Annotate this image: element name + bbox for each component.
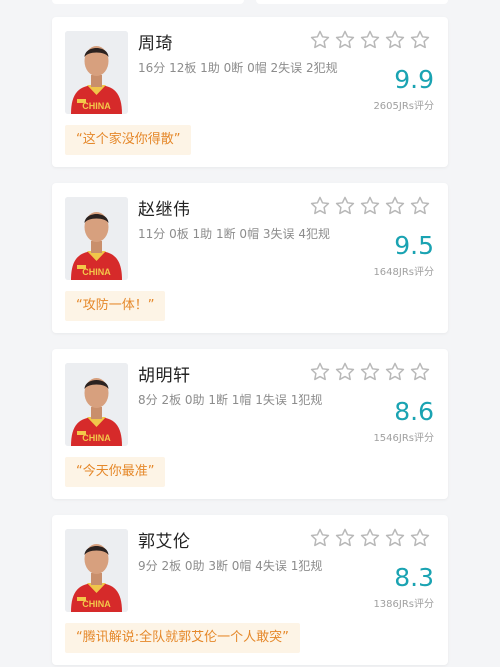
rater-count: 1386JRs评分: [373, 599, 434, 610]
rating-star-icon[interactable]: [409, 29, 431, 51]
player-stats: 11分 0板 1助 1断 0帽 3失误 4犯规: [138, 227, 330, 241]
player-stats: 16分 12板 1助 0断 0帽 2失误 2犯规: [138, 61, 338, 75]
player-name: 胡明轩: [138, 366, 191, 386]
jersey-text: CHINA: [82, 101, 111, 111]
rating-star-icon[interactable]: [384, 29, 406, 51]
rating-star-icon[interactable]: [309, 29, 331, 51]
player-score: 8.3: [394, 563, 434, 592]
player-score: 9.9: [394, 65, 434, 94]
rating-star-icon[interactable]: [359, 361, 381, 383]
rating-stars[interactable]: [309, 29, 431, 51]
player-rating-list: CHINA 周琦 16分 12板 1助 0断 0帽 2失误 2犯规 9.9 2605JR…: [0, 0, 500, 667]
rating-star-icon[interactable]: [359, 29, 381, 51]
rating-star-icon[interactable]: [409, 195, 431, 217]
rater-count: 2605JRs评分: [373, 101, 434, 112]
player-avatar: CHINA: [65, 529, 128, 612]
rating-star-icon[interactable]: [384, 361, 406, 383]
rating-star-icon[interactable]: [409, 361, 431, 383]
top-comment[interactable]: “这个家没你得散”: [65, 125, 192, 155]
top-comment[interactable]: “今天你最准”: [65, 457, 166, 487]
rating-stars[interactable]: [309, 527, 431, 549]
player-card[interactable]: CHINA 赵继伟 11分 0板 1助 1断 0帽 3失误 4犯规 9.5 1648JR…: [52, 183, 448, 333]
jersey-text: CHINA: [82, 433, 111, 443]
jersey-text: CHINA: [82, 599, 111, 609]
player-card[interactable]: CHINA 胡明轩 8分 2板 0助 1断 1帽 1失误 1犯规 8.6 1546JRs…: [52, 349, 448, 499]
rating-star-icon[interactable]: [359, 527, 381, 549]
rating-star-icon[interactable]: [309, 361, 331, 383]
rating-star-icon[interactable]: [334, 29, 356, 51]
player-score: 8.6: [394, 397, 434, 426]
previous-card-stub-right: [256, 0, 448, 4]
player-card[interactable]: CHINA 周琦 16分 12板 1助 0断 0帽 2失误 2犯规 9.9 2605JR…: [52, 17, 448, 167]
rating-star-icon[interactable]: [409, 527, 431, 549]
rating-star-icon[interactable]: [359, 195, 381, 217]
rating-star-icon[interactable]: [309, 195, 331, 217]
rating-star-icon[interactable]: [384, 195, 406, 217]
player-stats: 9分 2板 0助 3断 0帽 4失误 1犯规: [138, 559, 323, 573]
rating-stars[interactable]: [309, 361, 431, 383]
jersey-text: CHINA: [82, 267, 111, 277]
rating-star-icon[interactable]: [334, 361, 356, 383]
player-avatar: CHINA: [65, 197, 128, 280]
top-comment[interactable]: “攻防一体！”: [65, 291, 166, 321]
player-card[interactable]: CHINA 郭艾伦 9分 2板 0助 3断 0帽 4失误 1犯规 8.3 1386JRs…: [52, 515, 448, 665]
rating-star-icon[interactable]: [309, 527, 331, 549]
rating-star-icon[interactable]: [334, 527, 356, 549]
rating-star-icon[interactable]: [334, 195, 356, 217]
rating-stars[interactable]: [309, 195, 431, 217]
rater-count: 1648JRs评分: [373, 267, 434, 278]
player-avatar: CHINA: [65, 363, 128, 446]
player-name: 周琦: [138, 34, 173, 54]
player-score: 9.5: [394, 231, 434, 260]
rater-count: 1546JRs评分: [373, 433, 434, 444]
player-name: 郭艾伦: [138, 532, 191, 552]
player-stats: 8分 2板 0助 1断 1帽 1失误 1犯规: [138, 393, 323, 407]
rating-star-icon[interactable]: [384, 527, 406, 549]
player-name: 赵继伟: [138, 200, 191, 220]
top-comment[interactable]: “腾讯解说:全队就郭艾伦一个人敢突”: [65, 623, 300, 653]
previous-card-stub-left: [52, 0, 244, 4]
player-avatar: CHINA: [65, 31, 128, 114]
